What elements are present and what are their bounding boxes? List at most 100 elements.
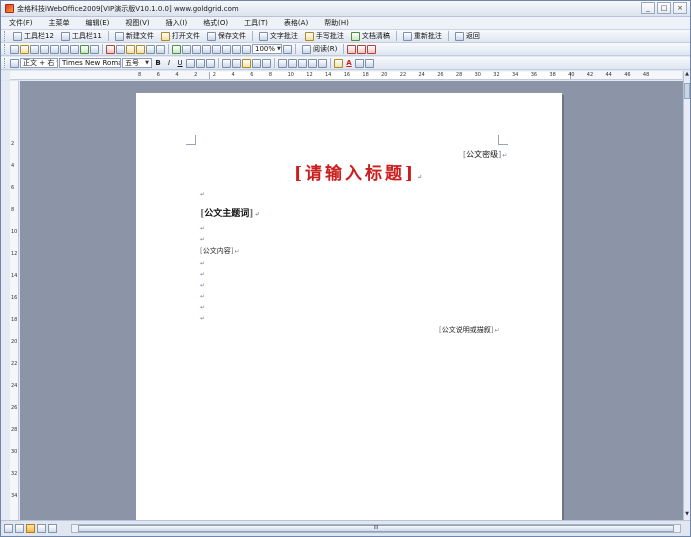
toolbar-grip[interactable] <box>4 44 7 54</box>
print-preview-icon[interactable] <box>70 44 79 54</box>
back-button[interactable]: 返回 <box>452 31 483 42</box>
content-field[interactable]: [公文内容]↵ <box>200 246 240 256</box>
undo-icon[interactable] <box>146 44 155 54</box>
close-button[interactable]: × <box>673 2 687 14</box>
redo-icon[interactable] <box>156 44 165 54</box>
accept-change-icon[interactable] <box>357 44 367 54</box>
scroll-up-icon[interactable]: ▲ <box>684 71 690 80</box>
minimize-button[interactable]: _ <box>641 2 655 14</box>
new-file-button[interactable]: 新建文件 <box>112 31 157 42</box>
align-right-icon[interactable] <box>242 58 251 68</box>
remark-field[interactable]: [公文说明或描叙]↵ <box>439 325 500 335</box>
align-justify-icon[interactable] <box>222 58 231 68</box>
page-view-button[interactable] <box>26 524 35 533</box>
toolbar-grip[interactable] <box>4 58 7 68</box>
reading-view-button[interactable] <box>48 524 57 533</box>
enclose-char-icon[interactable] <box>365 58 374 68</box>
vertical-ruler[interactable]: 2 4 6 8 10 12 14 16 18 20 22 24 26 28 30 32 34 <box>10 81 19 520</box>
columns-icon[interactable] <box>212 44 221 54</box>
research-icon[interactable] <box>90 44 99 54</box>
drawing-icon[interactable] <box>222 44 231 54</box>
handwrite-comment-button[interactable]: 手写批注 <box>302 31 347 42</box>
menu-format[interactable]: 格式(O) <box>195 18 236 28</box>
highlight-icon[interactable] <box>334 58 343 68</box>
paste-icon[interactable] <box>126 44 135 54</box>
recomment-button[interactable]: 重新批注 <box>400 31 445 42</box>
toolbar11-button[interactable]: 工具栏11 <box>58 31 105 42</box>
subject-field[interactable]: [公文主题词]↵ <box>200 206 260 219</box>
horizontal-scrollbar[interactable]: III <box>71 524 681 533</box>
web-view-button[interactable] <box>15 524 24 533</box>
hyperlink-icon[interactable] <box>172 44 181 54</box>
char-border-icon[interactable] <box>186 58 195 68</box>
tables-borders-icon[interactable] <box>182 44 191 54</box>
menu-table[interactable]: 表格(A) <box>276 18 316 28</box>
track-changes-icon[interactable] <box>347 44 357 54</box>
maximize-button[interactable]: □ <box>657 2 671 14</box>
save-icon[interactable] <box>30 44 39 54</box>
decrease-indent-icon[interactable] <box>298 58 307 68</box>
help-icon[interactable] <box>283 44 292 54</box>
font-color-button[interactable]: A <box>344 59 354 67</box>
underline-button[interactable]: U <box>175 59 185 67</box>
outline-view-button[interactable] <box>37 524 46 533</box>
styles-pane-icon[interactable] <box>10 58 19 68</box>
open-icon[interactable] <box>20 44 29 54</box>
normal-view-button[interactable] <box>4 524 13 533</box>
italic-button[interactable]: I <box>164 59 174 67</box>
cut-icon[interactable] <box>106 44 115 54</box>
text-comment-button[interactable]: 文字批注 <box>256 31 301 42</box>
menu-file[interactable]: 文件(F) <box>1 18 41 28</box>
permission-icon[interactable] <box>40 44 49 54</box>
char-shading-icon[interactable] <box>196 58 205 68</box>
new-doc-icon[interactable] <box>10 44 19 54</box>
reject-change-icon[interactable] <box>367 44 377 54</box>
scroll-down-icon[interactable]: ▼ <box>684 511 690 520</box>
menu-main[interactable]: 主菜单 <box>41 18 78 28</box>
horizontal-scroll-thumb[interactable]: III <box>78 525 674 532</box>
style-combo[interactable]: 正文 + 右▼ <box>20 58 58 68</box>
line-spacing-icon[interactable] <box>262 58 271 68</box>
font-combo[interactable]: Times New Roman▼ <box>59 58 121 68</box>
char-scale-icon[interactable] <box>206 58 215 68</box>
insert-table-icon[interactable] <box>192 44 201 54</box>
outside-border-icon[interactable] <box>318 58 327 68</box>
phonetic-guide-icon[interactable] <box>355 58 364 68</box>
document-map-icon[interactable] <box>232 44 241 54</box>
spelling-icon[interactable] <box>80 44 89 54</box>
insert-excel-icon[interactable] <box>202 44 211 54</box>
toolbar12-button[interactable]: 工具栏12 <box>10 31 57 42</box>
title-bar[interactable]: 金格科技iWebOffice2009[VIP演示版V10.1.0.0] www.… <box>1 1 690 17</box>
menu-edit[interactable]: 编辑(E) <box>78 18 118 28</box>
save-file-button[interactable]: 保存文件 <box>204 31 249 42</box>
show-hide-icon[interactable] <box>242 44 251 54</box>
print-icon[interactable] <box>60 44 69 54</box>
ruler-tab-selector[interactable] <box>1 71 10 80</box>
menu-insert[interactable]: 插入(I) <box>158 18 196 28</box>
document-page[interactable]: [公文密级]↵ [请输入标题]↵ ↵ [公文主题词]↵ ↵ ↵ [公文内容]↵ … <box>136 93 562 520</box>
distributed-icon[interactable] <box>252 58 261 68</box>
copy-icon[interactable] <box>116 44 125 54</box>
increase-indent-icon[interactable] <box>308 58 317 68</box>
menu-view[interactable]: 视图(V) <box>117 18 157 28</box>
menu-tools[interactable]: 工具(T) <box>236 18 276 28</box>
vertical-scroll-thumb[interactable] <box>684 83 690 99</box>
vertical-scrollbar[interactable]: ▲ ▼ <box>683 71 690 520</box>
zoom-combo[interactable]: 100% ▼ <box>252 44 282 54</box>
headline-field[interactable]: [请输入标题]↵ <box>294 159 425 184</box>
toolbar-grip[interactable] <box>4 31 7 41</box>
secret-level-field[interactable]: [公文密级]↵ <box>463 149 507 160</box>
document-canvas[interactable]: [公文密级]↵ [请输入标题]↵ ↵ [公文主题词]↵ ↵ ↵ [公文内容]↵ … <box>20 81 683 520</box>
format-painter-icon[interactable] <box>136 44 145 54</box>
email-icon[interactable] <box>50 44 59 54</box>
open-file-button[interactable]: 打开文件 <box>158 31 203 42</box>
read-mode-button[interactable]: 阅读(R) <box>299 44 340 55</box>
horizontal-ruler[interactable]: 8 6 4 2 2 4 6 8 10 12 14 16 18 20 22 24 26 28 30 32 34 36 38 40… <box>10 71 682 80</box>
bold-button[interactable]: B <box>153 59 163 67</box>
numbering-icon[interactable] <box>278 58 287 68</box>
clean-doc-button[interactable]: 文档清稿 <box>348 31 393 42</box>
bullets-icon[interactable] <box>288 58 297 68</box>
align-center-icon[interactable] <box>232 58 241 68</box>
font-size-combo[interactable]: 五号 ▼ <box>122 58 152 68</box>
menu-help[interactable]: 帮助(H) <box>316 18 357 28</box>
